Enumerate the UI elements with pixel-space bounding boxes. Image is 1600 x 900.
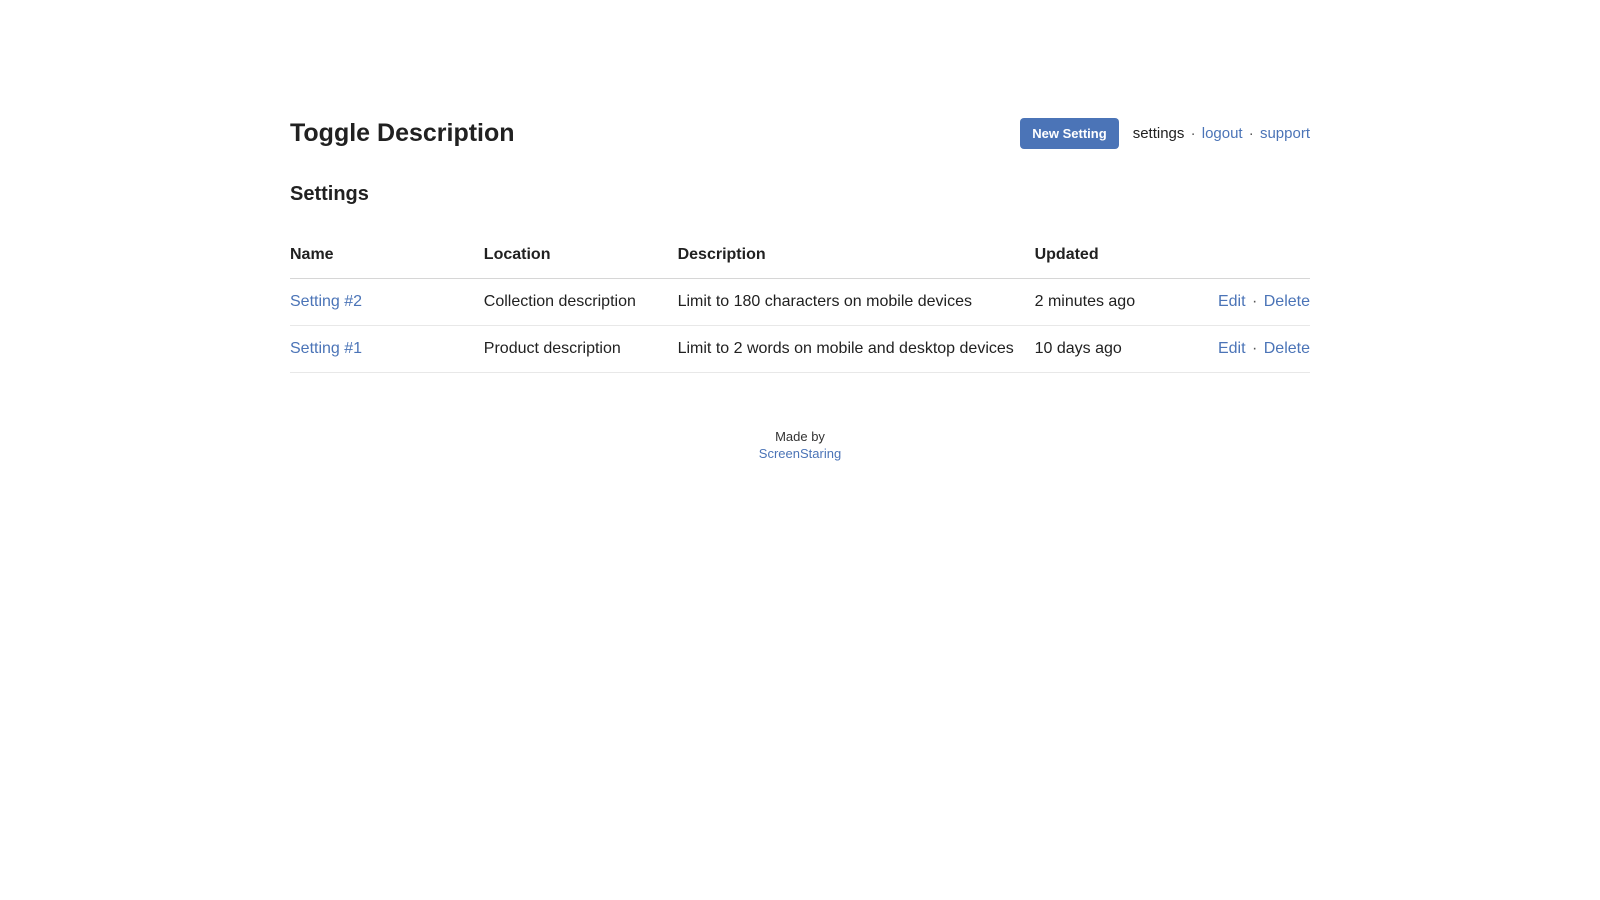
setting-location: Collection description — [484, 279, 678, 326]
table-row: Setting #1 Product description Limit to … — [290, 326, 1310, 373]
setting-updated: 10 days ago — [1035, 326, 1188, 373]
footer-made-by: Made by — [290, 429, 1310, 446]
footer-brand-link[interactable]: ScreenStaring — [290, 446, 1310, 463]
col-header-name: Name — [290, 234, 484, 279]
nav-sep: · — [1249, 125, 1254, 142]
delete-link[interactable]: Delete — [1264, 293, 1310, 310]
setting-actions: Edit · Delete — [1188, 326, 1310, 373]
setting-name-link[interactable]: Setting #2 — [290, 293, 362, 310]
settings-table: Name Location Description Updated Settin… — [290, 234, 1310, 373]
nav-logout-link[interactable]: logout — [1202, 125, 1243, 142]
edit-link[interactable]: Edit — [1218, 293, 1246, 310]
setting-location: Product description — [484, 326, 678, 373]
section-title: Settings — [290, 183, 1310, 206]
table-row: Setting #2 Collection description Limit … — [290, 279, 1310, 326]
nav-support-link[interactable]: support — [1260, 125, 1310, 142]
setting-name-link[interactable]: Setting #1 — [290, 340, 362, 357]
col-header-location: Location — [484, 234, 678, 279]
setting-updated: 2 minutes ago — [1035, 279, 1188, 326]
setting-actions: Edit · Delete — [1188, 279, 1310, 326]
action-sep: · — [1252, 293, 1257, 310]
setting-description: Limit to 180 characters on mobile device… — [678, 279, 1035, 326]
col-header-description: Description — [678, 234, 1035, 279]
col-header-actions — [1188, 234, 1310, 279]
delete-link[interactable]: Delete — [1264, 340, 1310, 357]
new-setting-button[interactable]: New Setting — [1020, 118, 1118, 149]
footer: Made by ScreenStaring — [290, 429, 1310, 463]
action-sep: · — [1252, 340, 1257, 357]
page-title: Toggle Description — [290, 119, 515, 148]
edit-link[interactable]: Edit — [1218, 340, 1246, 357]
col-header-updated: Updated — [1035, 234, 1188, 279]
setting-description: Limit to 2 words on mobile and desktop d… — [678, 326, 1035, 373]
nav-settings-text: settings — [1133, 125, 1185, 142]
nav-links: settings · logout · support — [1133, 125, 1310, 142]
nav-sep: · — [1191, 125, 1196, 142]
